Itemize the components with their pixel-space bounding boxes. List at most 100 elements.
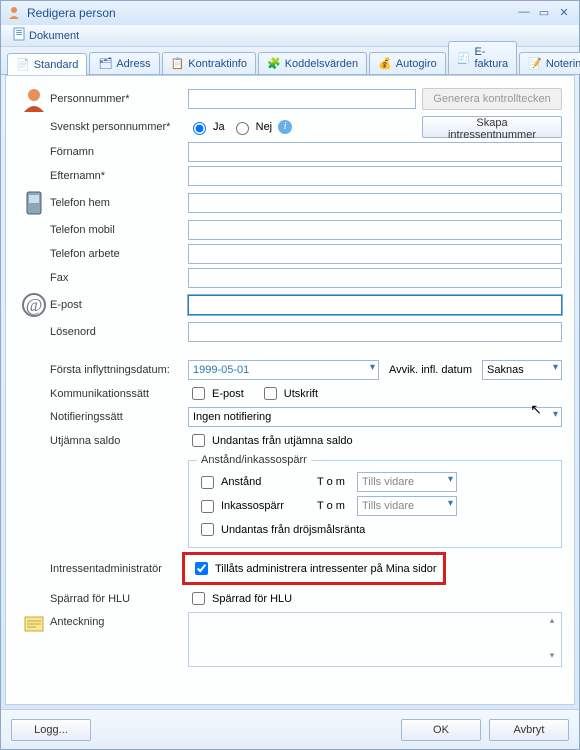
- autogiro-icon: 💰: [378, 57, 392, 70]
- epost-input[interactable]: [188, 295, 562, 315]
- telefon-hem-input[interactable]: [188, 193, 562, 213]
- tab-kontraktinfo-label: Kontraktinfo: [188, 58, 247, 70]
- anstand-tom-combo[interactable]: [357, 472, 457, 492]
- telefon-mobil-input[interactable]: [188, 220, 562, 240]
- tabbar: 📄 Standard 🗂 Adress 📋 Kontraktinfo 🧩 Kod…: [1, 47, 579, 75]
- check-utskrift-label: Utskrift: [284, 388, 318, 400]
- tab-koddelsvarden-label: Koddelsvärden: [285, 58, 358, 70]
- document-icon: [13, 27, 25, 44]
- kontrakt-icon: 📋: [171, 57, 185, 70]
- anteckning-textarea[interactable]: ▴ ▾: [188, 612, 562, 667]
- check-tillats-admin[interactable]: [195, 562, 208, 575]
- check-inkasso[interactable]: [201, 500, 214, 513]
- label-fornamn: Förnamn: [50, 146, 188, 158]
- label-fax: Fax: [50, 272, 188, 284]
- check-undantas-utjamna-label: Undantas från utjämna saldo: [212, 435, 353, 447]
- generera-button: Generera kontrolltecken: [422, 88, 562, 110]
- radio-ja[interactable]: [193, 122, 206, 135]
- label-telefon-mobil: Telefon mobil: [50, 224, 188, 236]
- tab-adress[interactable]: 🗂 Adress: [89, 52, 159, 74]
- label-avvik-infl: Avvik. infl. datum: [389, 364, 472, 376]
- label-notifiering: Notifieringssätt: [50, 411, 188, 423]
- content-panel: Personnummer* Generera kontrolltecken Sv…: [5, 75, 575, 705]
- tab-kontraktinfo[interactable]: 📋 Kontraktinfo: [162, 52, 256, 74]
- check-undantas-utjamna[interactable]: [192, 434, 205, 447]
- menu-dokument-label: Dokument: [29, 30, 79, 42]
- label-forsta-inflytt: Första inflyttningsdatum:: [50, 364, 188, 376]
- radio-nej-wrap[interactable]: Nej: [231, 119, 273, 135]
- tab-efaktura[interactable]: 🧾 E-faktura: [448, 41, 517, 74]
- inkasso-tom-combo[interactable]: [357, 496, 457, 516]
- label-telefon-arbete: Telefon arbete: [50, 248, 188, 260]
- person-big-icon: [18, 86, 50, 112]
- check-sparrad-hlu-wrap[interactable]: Spärrad för HLU: [188, 589, 292, 608]
- fax-input[interactable]: [188, 268, 562, 288]
- person-icon: [7, 5, 21, 22]
- efaktura-icon: 🧾: [457, 52, 471, 65]
- label-efternamn: Efternamn*: [50, 170, 188, 182]
- check-epost-label: E-post: [212, 388, 244, 400]
- label-telefon-hem: Telefon hem: [50, 197, 188, 209]
- losenord-input[interactable]: [188, 322, 562, 342]
- label-personnummer: Personnummer*: [50, 93, 188, 105]
- email-icon: @: [18, 292, 50, 318]
- standard-icon: 📄: [16, 58, 30, 71]
- scroll-up-icon[interactable]: ▴: [545, 615, 559, 629]
- check-sparrad-hlu[interactable]: [192, 592, 205, 605]
- titlebar: Redigera person — ▭ ✕: [1, 1, 579, 25]
- highlight-box: Tillåts administrera intressenter på Min…: [182, 552, 446, 585]
- tab-efaktura-label: E-faktura: [474, 46, 508, 70]
- logg-button[interactable]: Logg...: [11, 719, 91, 741]
- check-inkasso-label: Inkassospärr: [221, 500, 284, 512]
- check-drojsmal[interactable]: [201, 523, 214, 536]
- label-intressentadmin: Intressentadministratör: [50, 563, 188, 575]
- efternamn-input[interactable]: [188, 166, 562, 186]
- label-sparrad-hlu: Spärrad för HLU: [50, 593, 188, 605]
- tab-adress-label: Adress: [116, 58, 150, 70]
- ok-button[interactable]: OK: [401, 719, 481, 741]
- radio-ja-wrap[interactable]: Ja: [188, 119, 225, 135]
- check-utskrift-wrap[interactable]: Utskrift: [260, 384, 318, 403]
- forsta-inflytt-combo[interactable]: [188, 360, 379, 380]
- check-sparrad-hlu-label: Spärrad för HLU: [212, 593, 292, 605]
- check-tillats-admin-label: Tillåts administrera intressenter på Min…: [215, 563, 437, 575]
- tab-standard[interactable]: 📄 Standard: [7, 53, 87, 75]
- personnummer-input[interactable]: [188, 89, 416, 109]
- label-tom-2: T o m: [317, 500, 357, 512]
- fornamn-input[interactable]: [188, 142, 562, 162]
- close-button[interactable]: ✕: [555, 6, 573, 20]
- group-anstand-legend: Anstånd/inkassospärr: [197, 454, 311, 466]
- adress-icon: 🗂: [98, 57, 112, 70]
- tab-autogiro[interactable]: 💰 Autogiro: [369, 52, 446, 74]
- notifiering-combo[interactable]: [188, 407, 562, 427]
- svg-text:@: @: [26, 295, 43, 315]
- noteringar-icon: 📝: [528, 57, 542, 70]
- tab-noteringar-label: Noteringar: [546, 58, 580, 70]
- avvik-infl-combo[interactable]: [482, 360, 562, 380]
- label-kommunikation: Kommunikationssätt: [50, 388, 188, 400]
- telefon-arbete-input[interactable]: [188, 244, 562, 264]
- menu-dokument[interactable]: Dokument: [9, 25, 83, 46]
- label-svenskt-pn: Svenskt personnummer*: [50, 121, 188, 133]
- radio-nej[interactable]: [236, 122, 249, 135]
- maximize-button[interactable]: ▭: [535, 6, 553, 20]
- skapa-intressent-button[interactable]: Skapa intressentnummer: [422, 116, 562, 138]
- tab-noteringar[interactable]: 📝 Noteringar: [519, 52, 580, 74]
- minimize-button[interactable]: —: [515, 6, 533, 20]
- tab-koddelsvarden[interactable]: 🧩 Koddelsvärden: [258, 52, 367, 74]
- check-anstand-wrap[interactable]: Anstånd: [197, 473, 317, 492]
- info-icon[interactable]: i: [278, 120, 292, 134]
- scroll-down-icon[interactable]: ▾: [545, 650, 559, 664]
- check-epost-wrap[interactable]: E-post: [188, 384, 244, 403]
- check-epost[interactable]: [192, 387, 205, 400]
- avbryt-button[interactable]: Avbryt: [489, 719, 569, 741]
- check-tillats-admin-wrap[interactable]: Tillåts administrera intressenter på Min…: [191, 559, 437, 578]
- check-inkasso-wrap[interactable]: Inkassospärr: [197, 497, 317, 516]
- check-utskrift[interactable]: [264, 387, 277, 400]
- check-anstand[interactable]: [201, 476, 214, 489]
- label-anteckning: Anteckning: [50, 612, 188, 628]
- check-drojsmal-wrap[interactable]: Undantas från dröjsmålsränta: [197, 520, 365, 539]
- check-undantas-utjamna-wrap[interactable]: Undantas från utjämna saldo: [188, 431, 353, 450]
- phone-icon: [18, 190, 50, 216]
- check-drojsmal-label: Undantas från dröjsmålsränta: [221, 524, 365, 536]
